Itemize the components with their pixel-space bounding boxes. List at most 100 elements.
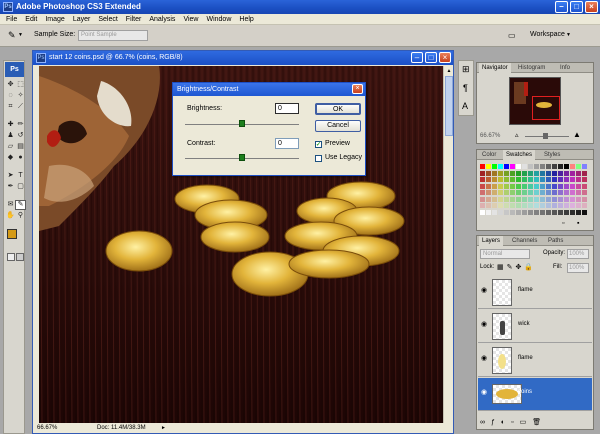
color-swatch[interactable]: [582, 170, 587, 176]
color-swatch[interactable]: [546, 177, 551, 182]
color-swatch[interactable]: [498, 190, 503, 195]
color-swatch[interactable]: [492, 209, 497, 215]
navigator-view-box[interactable]: [532, 96, 560, 120]
visibility-eye-icon[interactable]: ◉: [481, 355, 489, 362]
color-swatch[interactable]: [534, 170, 539, 176]
zoom-tool-icon[interactable]: ⚲: [16, 212, 25, 220]
contrast-input[interactable]: 0: [275, 138, 299, 149]
color-swatch[interactable]: [540, 183, 545, 189]
color-swatch[interactable]: [546, 203, 551, 208]
color-swatch[interactable]: [552, 196, 557, 202]
color-swatch[interactable]: [552, 183, 557, 189]
color-swatch[interactable]: [552, 164, 557, 169]
color-swatch[interactable]: [558, 183, 563, 189]
color-swatch[interactable]: [498, 196, 503, 202]
menu-file[interactable]: File: [0, 14, 21, 25]
layer-row[interactable]: ◉ wick: [478, 310, 592, 343]
status-menu-icon[interactable]: ►: [161, 423, 166, 433]
color-swatch[interactable]: [564, 209, 569, 215]
color-swatch[interactable]: [522, 177, 527, 182]
zoom-in-icon[interactable]: ▲: [573, 130, 581, 139]
color-swatch[interactable]: [492, 164, 497, 169]
color-swatch[interactable]: [516, 170, 521, 176]
preview-checkbox[interactable]: ✓: [315, 141, 322, 148]
vertical-scrollbar[interactable]: ▲: [443, 66, 453, 423]
eyedropper-tool-icon[interactable]: ✎: [8, 30, 16, 41]
color-swatch[interactable]: [522, 190, 527, 195]
color-swatch[interactable]: [582, 177, 587, 182]
color-swatch[interactable]: [540, 164, 545, 169]
layer-row[interactable]: ◉ flame: [478, 344, 592, 377]
color-swatch[interactable]: [558, 170, 563, 176]
color-swatch[interactable]: [570, 170, 575, 176]
color-swatch[interactable]: [510, 164, 515, 169]
tab-paths[interactable]: Paths: [545, 236, 566, 246]
color-swatch[interactable]: [528, 209, 533, 215]
brightness-slider-thumb[interactable]: [239, 120, 245, 127]
color-swatch[interactable]: [570, 190, 575, 195]
history-panel-icon[interactable]: ⊞: [462, 64, 470, 75]
color-swatch[interactable]: [504, 209, 509, 215]
history-brush-tool-icon[interactable]: ↺: [16, 132, 25, 140]
color-swatch[interactable]: [576, 177, 581, 182]
color-swatch[interactable]: [498, 209, 503, 215]
color-swatch[interactable]: [522, 203, 527, 208]
slice-tool-icon[interactable]: ⟋: [16, 103, 25, 111]
color-swatch[interactable]: [552, 203, 557, 208]
menu-select[interactable]: Select: [94, 14, 121, 25]
color-swatch[interactable]: [498, 203, 503, 208]
color-swatch[interactable]: [570, 177, 575, 182]
fill-input[interactable]: 100%: [567, 263, 589, 273]
color-swatch[interactable]: [492, 183, 497, 189]
navigator-thumbnail[interactable]: [509, 77, 561, 125]
cancel-button[interactable]: Cancel: [315, 120, 361, 132]
tab-info[interactable]: Info: [557, 63, 573, 73]
menu-view[interactable]: View: [179, 14, 202, 25]
color-swatch[interactable]: [576, 164, 581, 169]
color-swatch[interactable]: [552, 209, 557, 215]
type-tool-icon[interactable]: T: [16, 172, 25, 180]
color-swatch[interactable]: [558, 209, 563, 215]
color-swatch[interactable]: [480, 170, 485, 176]
scroll-thumb[interactable]: [445, 76, 453, 136]
color-swatch[interactable]: [510, 170, 515, 176]
color-swatch[interactable]: [510, 203, 515, 208]
color-swatch[interactable]: [546, 183, 551, 189]
eraser-tool-icon[interactable]: ▱: [6, 143, 15, 151]
contrast-slider-thumb[interactable]: [239, 154, 245, 161]
color-swatch[interactable]: [576, 190, 581, 195]
hand-tool-icon[interactable]: ✋: [6, 212, 15, 220]
workspace-button[interactable]: Workspace: [530, 31, 565, 38]
doc-maximize-button[interactable]: □: [425, 52, 437, 63]
dock-icon[interactable]: ▭: [508, 31, 516, 40]
screen-mode-icon[interactable]: [16, 253, 24, 261]
color-swatch[interactable]: [510, 183, 515, 189]
color-swatch[interactable]: [528, 170, 533, 176]
color-swatch[interactable]: [564, 177, 569, 182]
color-swatch[interactable]: [540, 209, 545, 215]
color-swatch[interactable]: [576, 209, 581, 215]
marquee-tool-icon[interactable]: ⬚: [16, 81, 25, 89]
magic-wand-tool-icon[interactable]: ✧: [16, 92, 25, 100]
maximize-button[interactable]: □: [570, 1, 583, 13]
new-swatch-icon[interactable]: ▫: [562, 220, 564, 227]
doc-close-button[interactable]: ×: [439, 52, 451, 63]
minimize-button[interactable]: –: [555, 1, 568, 13]
paragraph-panel-icon[interactable]: ¶: [463, 83, 468, 93]
color-swatch[interactable]: [576, 203, 581, 208]
color-swatch[interactable]: [540, 196, 545, 202]
quick-mask-icon[interactable]: [7, 253, 15, 261]
color-swatch[interactable]: [504, 177, 509, 182]
ok-button[interactable]: OK: [315, 103, 361, 115]
color-swatch[interactable]: [504, 196, 509, 202]
color-swatch[interactable]: [504, 164, 509, 169]
zoom-level[interactable]: 66.67%: [37, 423, 57, 433]
menu-filter[interactable]: Filter: [122, 14, 146, 25]
color-swatch[interactable]: [558, 196, 563, 202]
visibility-eye-icon[interactable]: ◉: [481, 287, 489, 294]
dialog-close-button[interactable]: ×: [352, 84, 363, 94]
menu-layer[interactable]: Layer: [69, 14, 95, 25]
color-swatch[interactable]: [498, 183, 503, 189]
brush-tool-icon[interactable]: ✏: [16, 121, 25, 129]
color-swatch[interactable]: [504, 170, 509, 176]
